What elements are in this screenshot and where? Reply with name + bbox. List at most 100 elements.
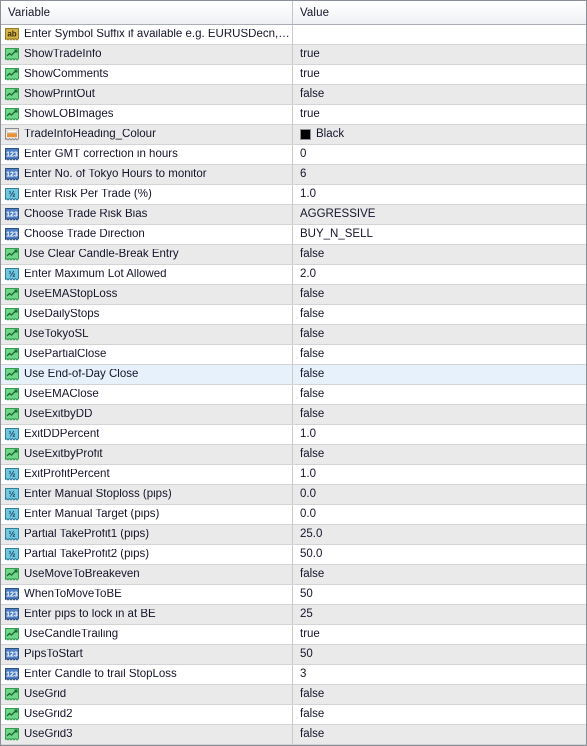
- table-row[interactable]: UseCandleTrailing true: [1, 625, 586, 645]
- variable-cell[interactable]: ½ ExitDDPercent: [1, 425, 293, 444]
- variable-cell[interactable]: ShowComments: [1, 65, 293, 84]
- table-row[interactable]: UseMoveToBreakeven false: [1, 565, 586, 585]
- table-row[interactable]: Use Clear Candle-Break Entry false: [1, 245, 586, 265]
- table-row[interactable]: UseTokyoSL false: [1, 325, 586, 345]
- table-row[interactable]: UseEMAClose false: [1, 385, 586, 405]
- table-row[interactable]: ab Enter Symbol Suffix if available e.g. …: [1, 25, 586, 45]
- value-cell[interactable]: 50: [293, 645, 586, 664]
- variable-cell[interactable]: UseEMAStopLoss: [1, 285, 293, 304]
- table-row[interactable]: 123 Choose Trade Direction BUY_N_SELL: [1, 225, 586, 245]
- value-cell[interactable]: 25.0: [293, 525, 586, 544]
- table-row[interactable]: TradeInfoHeading_Colour Black: [1, 125, 586, 145]
- variable-cell[interactable]: Use Clear Candle-Break Entry: [1, 245, 293, 264]
- variable-cell[interactable]: 123 Enter Candle to trail StopLoss: [1, 665, 293, 684]
- value-cell[interactable]: false: [293, 725, 586, 744]
- value-cell[interactable]: true: [293, 45, 586, 64]
- value-cell[interactable]: BUY_N_SELL: [293, 225, 586, 244]
- value-cell[interactable]: false: [293, 565, 586, 584]
- variable-cell[interactable]: 123 Choose Trade Risk Bias: [1, 205, 293, 224]
- variable-cell[interactable]: UseGrid: [1, 685, 293, 704]
- variable-cell[interactable]: ½ Enter Maximum Lot Allowed: [1, 265, 293, 284]
- value-cell[interactable]: false: [293, 245, 586, 264]
- table-row[interactable]: UseGrid2 false: [1, 705, 586, 725]
- value-cell[interactable]: [293, 25, 586, 44]
- variable-cell[interactable]: ab Enter Symbol Suffix if available e.g. …: [1, 25, 293, 44]
- table-row[interactable]: 123 Enter pips to lock in at BE 25: [1, 605, 586, 625]
- table-row[interactable]: ½ Partial TakeProfit1 (pips) 25.0: [1, 525, 586, 545]
- value-cell[interactable]: false: [293, 285, 586, 304]
- value-cell[interactable]: false: [293, 345, 586, 364]
- table-row[interactable]: UseGrid false: [1, 685, 586, 705]
- variable-cell[interactable]: UseCandleTrailing: [1, 625, 293, 644]
- value-cell[interactable]: 3: [293, 665, 586, 684]
- variable-cell[interactable]: UseGrid3: [1, 725, 293, 744]
- table-row[interactable]: 123 Enter No. of Tokyo Hours to monitor 6: [1, 165, 586, 185]
- variable-cell[interactable]: UseExitbyProfit: [1, 445, 293, 464]
- variable-cell[interactable]: UsePartialClose: [1, 345, 293, 364]
- variable-cell[interactable]: ShowLOBImages: [1, 105, 293, 124]
- value-cell[interactable]: 6: [293, 165, 586, 184]
- value-cell[interactable]: 50.0: [293, 545, 586, 564]
- variable-cell[interactable]: ½ ExitProfitPercent: [1, 465, 293, 484]
- value-cell[interactable]: true: [293, 625, 586, 644]
- table-row[interactable]: UseExitbyDD false: [1, 405, 586, 425]
- variable-cell[interactable]: UseMoveToBreakeven: [1, 565, 293, 584]
- value-cell[interactable]: false: [293, 305, 586, 324]
- value-cell[interactable]: 50: [293, 585, 586, 604]
- value-cell[interactable]: 1.0: [293, 465, 586, 484]
- table-row[interactable]: ½ Enter Manual Stoploss (pips) 0.0: [1, 485, 586, 505]
- column-header-variable[interactable]: Variable: [1, 1, 293, 24]
- variable-cell[interactable]: UseExitbyDD: [1, 405, 293, 424]
- value-cell[interactable]: AGGRESSIVE: [293, 205, 586, 224]
- variable-cell[interactable]: UseTokyoSL: [1, 325, 293, 344]
- value-cell[interactable]: false: [293, 85, 586, 104]
- variable-cell[interactable]: 123 Enter pips to lock in at BE: [1, 605, 293, 624]
- value-cell[interactable]: Black: [293, 125, 586, 144]
- table-row[interactable]: 123 PipsToStart 50: [1, 645, 586, 665]
- table-row[interactable]: UseExitbyProfit false: [1, 445, 586, 465]
- table-row[interactable]: ShowTradeInfo true: [1, 45, 586, 65]
- variable-cell[interactable]: Use End-of-Day Close: [1, 365, 293, 384]
- table-row[interactable]: UseDailyStops false: [1, 305, 586, 325]
- variable-cell[interactable]: 123 PipsToStart: [1, 645, 293, 664]
- table-row[interactable]: ½ Enter Manual Target (pips) 0.0: [1, 505, 586, 525]
- variable-cell[interactable]: 123 Enter GMT correction in hours: [1, 145, 293, 164]
- table-row[interactable]: ShowPrintOut false: [1, 85, 586, 105]
- table-row[interactable]: 123 Choose Trade Risk Bias AGGRESSIVE: [1, 205, 586, 225]
- table-row[interactable]: 123 WhenToMoveToBE 50: [1, 585, 586, 605]
- variable-cell[interactable]: ShowTradeInfo: [1, 45, 293, 64]
- value-cell[interactable]: false: [293, 445, 586, 464]
- value-cell[interactable]: 1.0: [293, 425, 586, 444]
- value-cell[interactable]: true: [293, 105, 586, 124]
- value-cell[interactable]: true: [293, 65, 586, 84]
- value-cell[interactable]: false: [293, 385, 586, 404]
- variable-cell[interactable]: ½ Enter Risk Per Trade (%): [1, 185, 293, 204]
- variable-cell[interactable]: ShowPrintOut: [1, 85, 293, 104]
- variable-cell[interactable]: 123 Choose Trade Direction: [1, 225, 293, 244]
- table-row[interactable]: ShowComments true: [1, 65, 586, 85]
- table-row[interactable]: ShowLOBImages true: [1, 105, 586, 125]
- value-cell[interactable]: false: [293, 325, 586, 344]
- value-cell[interactable]: 25: [293, 605, 586, 624]
- table-row[interactable]: ½ Enter Maximum Lot Allowed 2.0: [1, 265, 586, 285]
- variable-cell[interactable]: ½ Enter Manual Stoploss (pips): [1, 485, 293, 504]
- table-row[interactable]: 123 Enter GMT correction in hours 0: [1, 145, 586, 165]
- column-header-value[interactable]: Value: [293, 1, 586, 24]
- table-row[interactable]: 123 Enter Candle to trail StopLoss 3: [1, 665, 586, 685]
- table-row[interactable]: Use End-of-Day Close false: [1, 365, 586, 385]
- table-row[interactable]: ½ Partial TakeProfit2 (pips) 50.0: [1, 545, 586, 565]
- value-cell[interactable]: 0.0: [293, 485, 586, 504]
- table-row[interactable]: ½ Enter Risk Per Trade (%) 1.0: [1, 185, 586, 205]
- variable-cell[interactable]: ½ Partial TakeProfit1 (pips): [1, 525, 293, 544]
- table-row[interactable]: UseEMAStopLoss false: [1, 285, 586, 305]
- value-cell[interactable]: 1.0: [293, 185, 586, 204]
- table-row[interactable]: UseGrid3 false: [1, 725, 586, 745]
- value-cell[interactable]: 0.0: [293, 505, 586, 524]
- variable-cell[interactable]: UseEMAClose: [1, 385, 293, 404]
- variable-cell[interactable]: TradeInfoHeading_Colour: [1, 125, 293, 144]
- variable-cell[interactable]: 123 WhenToMoveToBE: [1, 585, 293, 604]
- variable-cell[interactable]: ½ Partial TakeProfit2 (pips): [1, 545, 293, 564]
- variable-cell[interactable]: UseDailyStops: [1, 305, 293, 324]
- value-cell[interactable]: 2.0: [293, 265, 586, 284]
- variable-cell[interactable]: 123 Enter No. of Tokyo Hours to monitor: [1, 165, 293, 184]
